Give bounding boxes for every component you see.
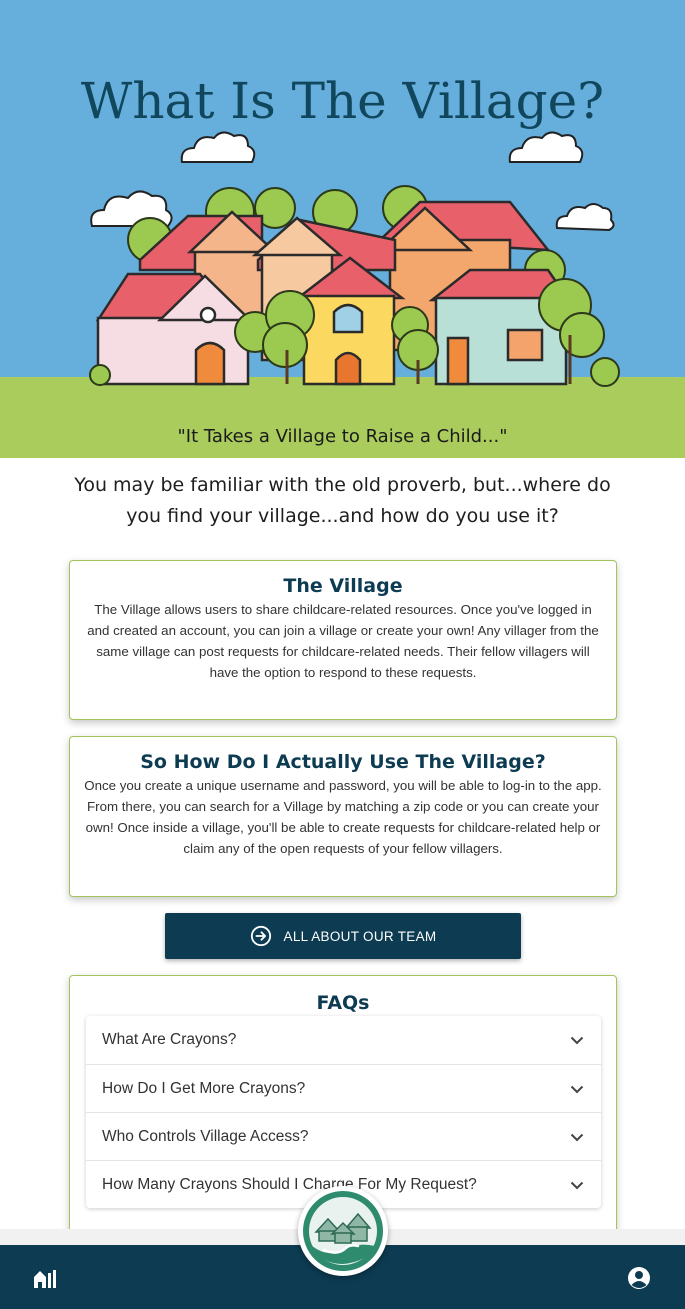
hero-banner: What Is The Village? "It Takes a Village…: [0, 0, 685, 458]
village-illustration: [89, 131, 620, 387]
faq-item-more-crayons[interactable]: How Do I Get More Crayons?: [86, 1064, 601, 1112]
team-button-label: ALL ABOUT OUR TEAM: [283, 928, 437, 944]
village-home-icon[interactable]: [33, 1267, 59, 1289]
info-card-how-to-use: So How Do I Actually Use The Village? On…: [69, 736, 617, 897]
faq-title: FAQs: [316, 992, 370, 1014]
proverb-text: "It Takes a Village to Raise a Child...": [177, 426, 508, 447]
chevron-down-icon: [570, 1085, 584, 1093]
faq-item-village-access[interactable]: Who Controls Village Access?: [86, 1112, 601, 1160]
account-circle-icon[interactable]: [627, 1266, 651, 1290]
chevron-down-icon: [570, 1133, 584, 1141]
faq-question: Who Controls Village Access?: [102, 1127, 309, 1145]
arrow-circle-right-icon: [250, 925, 271, 947]
card-body: The Village allows users to share childc…: [87, 602, 599, 680]
intro-question: You may be familiar with the old proverb…: [74, 474, 611, 527]
page: What Is The Village? "It Takes a Village…: [0, 0, 685, 1309]
faq-accordion: What Are Crayons? How Do I Get More Cray…: [86, 1016, 601, 1208]
card-title: The Village: [283, 575, 403, 597]
cloud: [555, 203, 615, 232]
faq-item-crayons[interactable]: What Are Crayons?: [86, 1016, 601, 1064]
village-logo-icon[interactable]: [298, 1186, 388, 1276]
faq-question: How Do I Get More Crayons?: [102, 1079, 306, 1097]
all-about-team-button[interactable]: ALL ABOUT OUR TEAM: [165, 913, 521, 959]
card-body: Once you create a unique username and pa…: [84, 778, 602, 856]
faq-question: How Many Crayons Should I Charge For My …: [102, 1175, 477, 1193]
chevron-down-icon: [570, 1181, 584, 1189]
cloud: [180, 131, 256, 163]
chevron-down-icon: [570, 1036, 584, 1045]
cloud: [508, 131, 584, 163]
info-card-village: The Village The Village allows users to …: [69, 560, 617, 720]
faq-question: What Are Crayons?: [102, 1031, 237, 1048]
card-title: So How Do I Actually Use The Village?: [140, 751, 546, 773]
